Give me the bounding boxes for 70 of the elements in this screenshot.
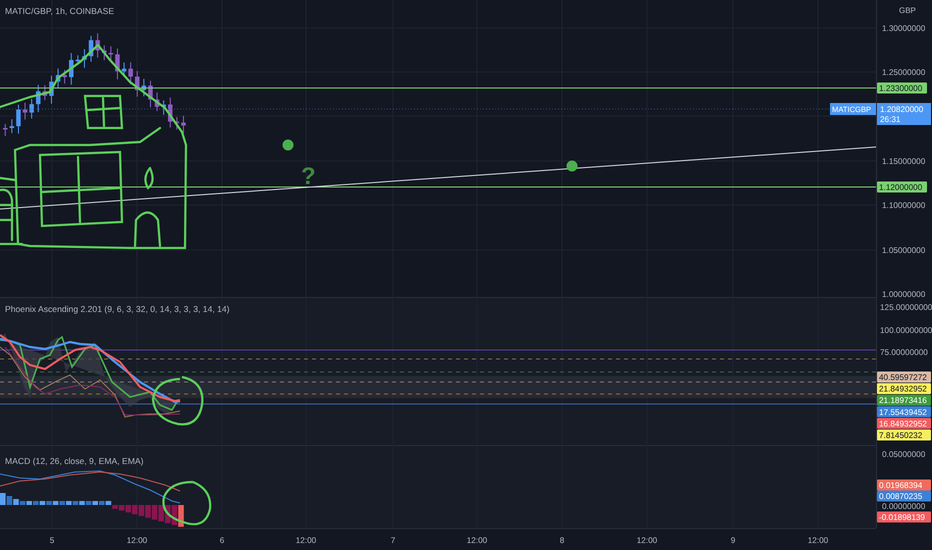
axis-label: 1.30000000 [882, 24, 926, 33]
axis-label: 0.00000000 [882, 502, 926, 511]
price-tag: 1.20820000 26:31 [877, 103, 931, 125]
axis-label: 8 [560, 536, 564, 545]
point-marker [566, 160, 578, 172]
circle-annotation [162, 480, 212, 526]
candle [3, 124, 8, 136]
candle [22, 102, 28, 120]
value-badge: -0.01898139 [877, 512, 931, 522]
axis-label: 0.05000000 [882, 450, 926, 459]
axis-label: 12:00 [636, 536, 658, 545]
candle [148, 80, 153, 108]
axis-label: 9 [730, 536, 736, 545]
candle [62, 69, 67, 84]
axis-label: 7 [390, 536, 396, 545]
candle [115, 48, 120, 80]
candle [174, 116, 180, 130]
value-badge: 40.59597272 [877, 372, 931, 382]
axis-label: 5 [50, 536, 54, 545]
circle-annotation [152, 376, 204, 426]
value-badge: 1.12000000 [877, 182, 927, 192]
axis-label: 1.10000000 [882, 201, 926, 210]
question-mark: ? [301, 163, 316, 190]
candle [102, 44, 106, 61]
value-badge: 16.84932952 [877, 418, 931, 429]
value-badge: 21.84932952 [877, 383, 931, 394]
point-marker [282, 140, 294, 150]
value-badge: 0.01968394 [877, 480, 931, 490]
axis-label: 1.05000000 [882, 246, 926, 255]
candle [76, 54, 80, 66]
axis-label: 12:00 [126, 536, 148, 545]
candle [142, 78, 146, 97]
value-badge: 21.18973416 [877, 394, 931, 406]
candle [181, 115, 186, 134]
axis-label: 1.15000000 [882, 157, 926, 166]
axis-label: 12:00 [296, 536, 316, 545]
candle [122, 62, 126, 77]
axis-label: 100.00000000 [880, 326, 932, 335]
candle [29, 98, 34, 119]
currency-label: GBP [899, 6, 916, 15]
candle [16, 104, 21, 134]
candle [56, 68, 60, 88]
axis-label: 6 [220, 536, 224, 545]
value-badge: 17.55439452 [877, 406, 931, 418]
candle [108, 46, 114, 60]
axis-label: 12:00 [808, 536, 828, 545]
candle [10, 118, 14, 134]
candle [82, 48, 87, 68]
axis-label: 1.25000000 [882, 68, 926, 77]
indicator-title: Phoenix Ascending 2.201 (9, 6, 3, 32, 0, 14, 3, 3, 3, 14, 14) [5, 304, 230, 314]
candle [36, 84, 40, 113]
candle [95, 32, 100, 58]
value-badge: 0.00870235 [877, 490, 931, 502]
candle [168, 97, 172, 128]
candle [88, 35, 94, 62]
value-badge: 7.81450232 [877, 430, 931, 440]
value-badge: 1.23300000 [877, 82, 927, 94]
candle [49, 75, 54, 104]
candle [69, 52, 74, 86]
axis-label: 12:00 [466, 536, 488, 545]
axis-label: 1.00000000 [882, 290, 926, 297]
candle [161, 100, 166, 116]
candle [154, 92, 160, 112]
chart-title: MATIC/GBP, 1h, COINBASE [5, 6, 114, 16]
axis-label: 125.00000000 [880, 303, 932, 312]
axis-label: 75.00000000 [880, 348, 928, 357]
indicator-title: MACD (12, 26, close, 9, EMA, EMA) [5, 456, 144, 466]
candle [42, 84, 48, 101]
candle [128, 62, 133, 85]
candle [135, 70, 140, 98]
